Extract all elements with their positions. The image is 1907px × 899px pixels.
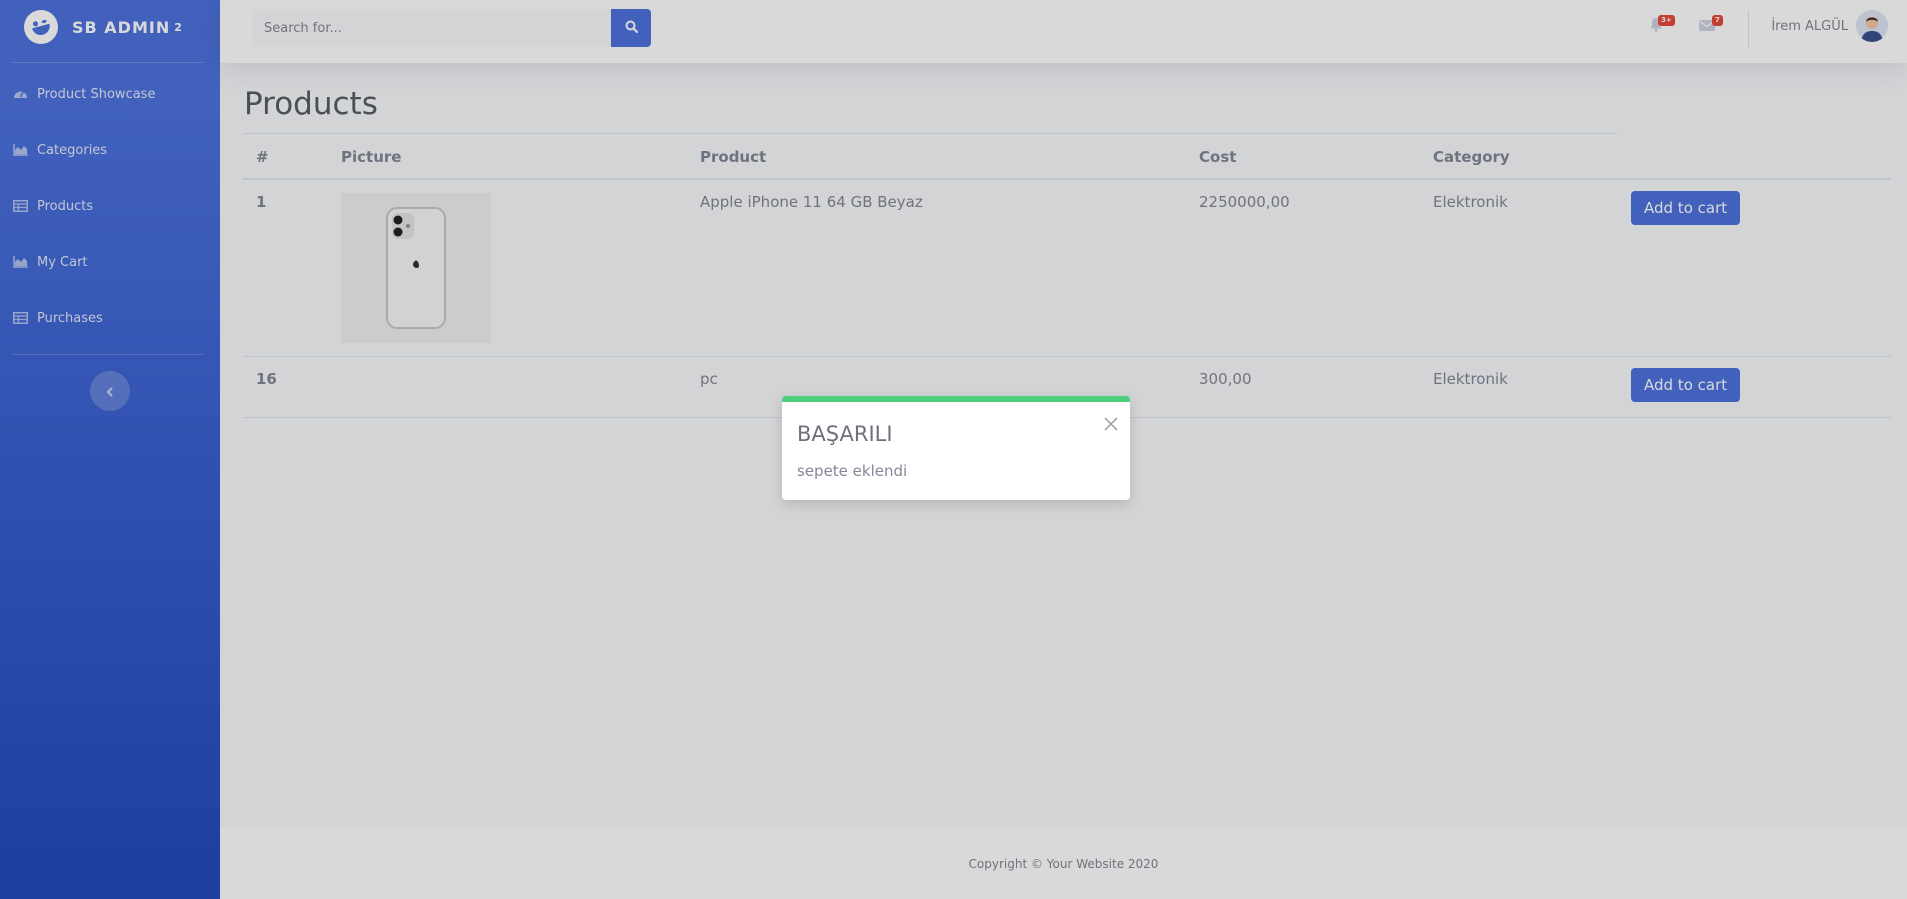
close-icon[interactable]	[1104, 416, 1118, 431]
success-toast: BAŞARILI sepete eklendi	[782, 396, 1130, 500]
toast-title: BAŞARILI	[797, 422, 893, 446]
toast-message: sepete eklendi	[797, 462, 908, 480]
